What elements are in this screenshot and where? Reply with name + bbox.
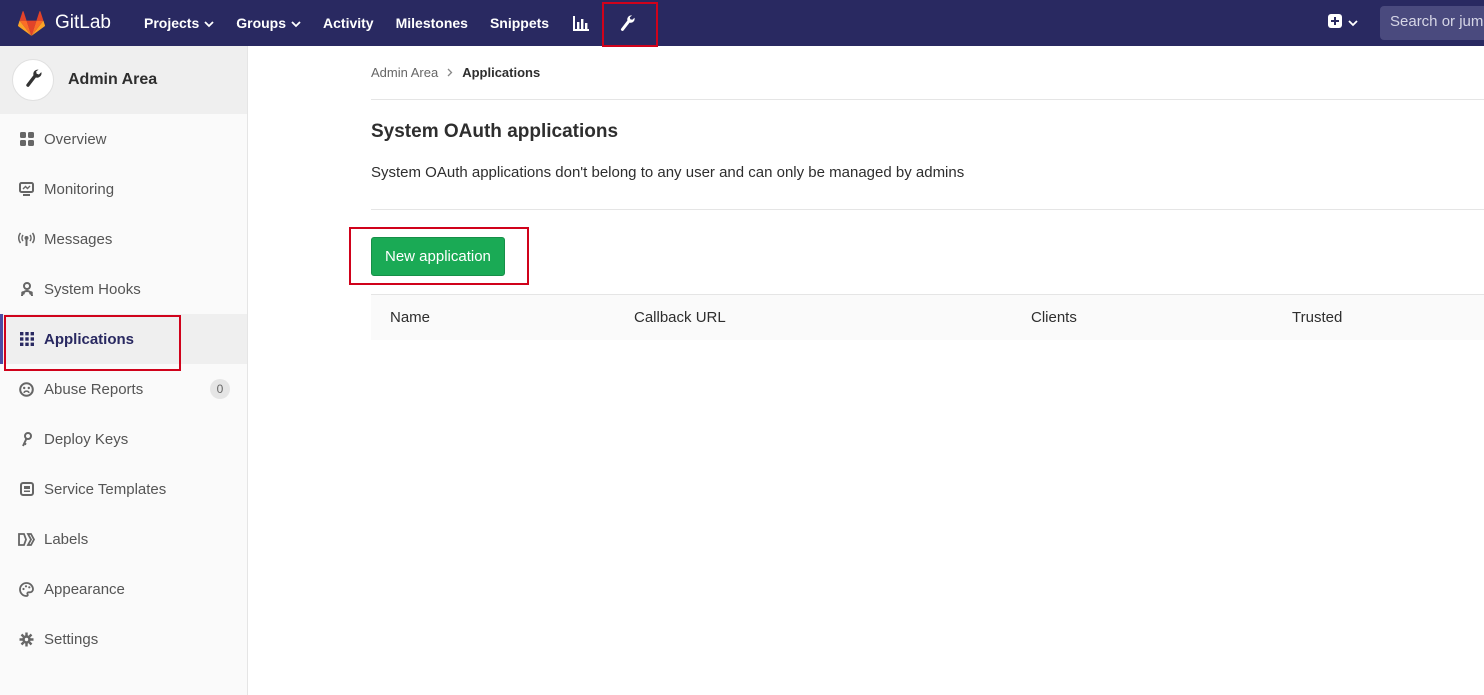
- breadcrumb: Admin Area Applications: [371, 46, 1484, 100]
- chevron-right-icon: [447, 65, 453, 80]
- sidebar-item-settings[interactable]: Settings: [0, 614, 247, 664]
- nav-groups[interactable]: Groups: [225, 0, 312, 46]
- sidebar-item-messages[interactable]: Messages: [0, 214, 247, 264]
- abuse-icon: [18, 381, 35, 398]
- applications-table-header: Name Callback URL Clients Trusted: [371, 294, 1484, 340]
- monitor-icon: [18, 181, 35, 198]
- admin-avatar: [12, 59, 54, 101]
- new-dropdown[interactable]: [1328, 13, 1358, 33]
- sidebar-item-overview[interactable]: Overview: [0, 114, 247, 164]
- sidebar-item-labels[interactable]: Labels: [0, 514, 247, 564]
- chart-icon[interactable]: [560, 0, 602, 46]
- sidebar-item-abuse-reports[interactable]: Abuse Reports 0: [0, 364, 247, 414]
- column-header-name: Name: [390, 309, 431, 326]
- sidebar-item-label: Settings: [44, 630, 99, 648]
- sidebar-item-label: Service Templates: [44, 480, 167, 498]
- template-icon: [18, 481, 35, 498]
- nav-snippets-label: Snippets: [489, 15, 550, 31]
- sidebar-item-label: Abuse Reports: [44, 380, 144, 398]
- sidebar-title: Admin Area: [68, 71, 158, 88]
- appearance-icon: [18, 581, 35, 598]
- nav-milestones[interactable]: Milestones: [385, 0, 479, 46]
- gear-icon: [18, 631, 35, 648]
- nav-groups-label: Groups: [236, 15, 287, 31]
- main-content: Admin Area Applications System OAuth app…: [349, 46, 1484, 695]
- chevron-down-icon: [1348, 14, 1358, 32]
- sidebar-item-appearance[interactable]: Appearance: [0, 564, 247, 614]
- hook-icon: [18, 281, 35, 298]
- sidebar-item-label: Appearance: [44, 580, 125, 598]
- nav-milestones-label: Milestones: [395, 15, 468, 31]
- nav-snippets[interactable]: Snippets: [479, 0, 560, 46]
- nav-activity[interactable]: Activity: [312, 0, 385, 46]
- chevron-down-icon: [291, 15, 301, 31]
- divider: [371, 209, 1484, 210]
- sidebar-item-label: Messages: [44, 230, 113, 248]
- gitlab-home-link[interactable]: GitLab: [18, 0, 111, 46]
- sidebar-item-system-hooks[interactable]: System Hooks: [0, 264, 247, 314]
- labels-icon: [18, 531, 35, 548]
- admin-sidebar: Admin Area Overview Monitoring Messages …: [0, 46, 248, 695]
- page-title: System OAuth applications: [371, 121, 619, 142]
- sidebar-item-label: Overview: [44, 130, 107, 148]
- column-header-clients: Clients: [1031, 309, 1077, 326]
- sidebar-item-deploy-keys[interactable]: Deploy Keys: [0, 414, 247, 464]
- sidebar-item-applications[interactable]: Applications: [0, 314, 247, 371]
- key-icon: [18, 431, 35, 448]
- search-input[interactable]: Search or jum: [1380, 6, 1484, 40]
- column-header-trusted: Trusted: [1292, 309, 1343, 326]
- apps-grid-icon: [18, 331, 35, 348]
- sidebar-header[interactable]: Admin Area: [0, 46, 247, 114]
- new-application-button[interactable]: New application: [371, 237, 505, 276]
- wrench-icon: [24, 68, 42, 93]
- chevron-down-icon: [204, 15, 214, 31]
- nav-activity-label: Activity: [323, 15, 374, 31]
- sidebar-item-label: Labels: [44, 530, 89, 548]
- nav-projects[interactable]: Projects: [133, 0, 225, 46]
- breadcrumb-admin-area[interactable]: Admin Area: [371, 65, 438, 80]
- sidebar-item-label: Applications: [44, 330, 135, 348]
- breadcrumb-applications[interactable]: Applications: [462, 65, 540, 80]
- plus-square-icon: [1328, 13, 1342, 33]
- sidebar-item-service-templates[interactable]: Service Templates: [0, 464, 247, 514]
- sidebar-item-label: Deploy Keys: [44, 430, 129, 448]
- overview-icon: [18, 131, 35, 148]
- top-navbar: GitLab Projects Groups Activity Mileston…: [0, 0, 1484, 47]
- broadcast-icon: [18, 231, 35, 248]
- sidebar-item-monitoring[interactable]: Monitoring: [0, 164, 247, 214]
- admin-wrench-icon[interactable]: [602, 0, 659, 47]
- sidebar-item-label: System Hooks: [44, 280, 141, 298]
- gitlab-logo-icon: [18, 10, 45, 36]
- brand-name: GitLab: [55, 12, 111, 33]
- column-header-callback-url: Callback URL: [634, 309, 726, 326]
- abuse-count-badge: 0: [210, 379, 230, 399]
- sidebar-item-label: Monitoring: [44, 180, 115, 198]
- nav-projects-label: Projects: [143, 15, 200, 31]
- page-description: System OAuth applications don't belong t…: [371, 164, 965, 181]
